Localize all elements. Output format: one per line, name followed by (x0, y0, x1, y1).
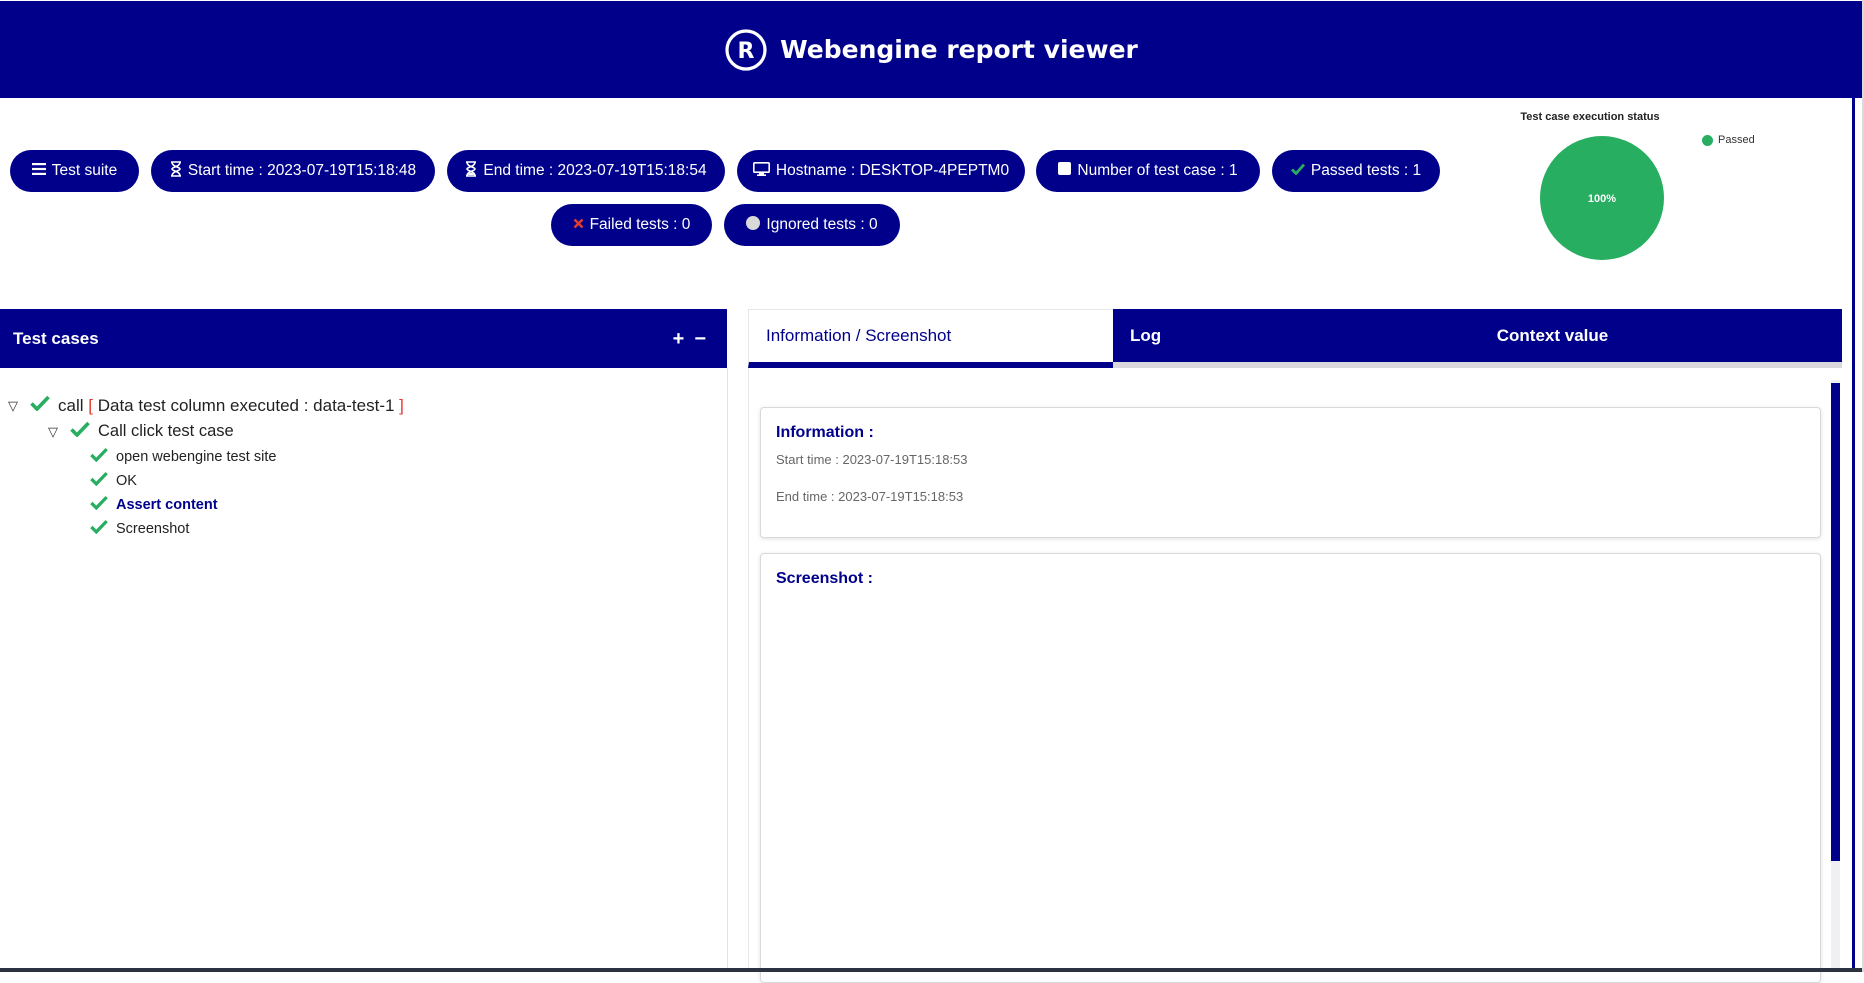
square-icon (1058, 162, 1072, 180)
tree-step[interactable]: open webengine test site (90, 447, 276, 466)
panel-divider (727, 368, 728, 972)
app-header: R Webengine report viewer (0, 1, 1862, 98)
start-time-label: Start time : 2023-07-19T15:18:48 (187, 162, 417, 179)
ignored-tests-badge: Ignored tests : 0 (724, 204, 900, 246)
tree-node-call-click[interactable]: ▽ Call click test case (48, 421, 234, 442)
svg-text:R: R (738, 39, 755, 64)
check-icon (90, 519, 108, 538)
failed-tests-badge: Failed tests : 0 (551, 204, 712, 246)
circle-icon (746, 215, 761, 235)
root-detail: Data test column executed : data-test-1 (97, 395, 395, 415)
chart-legend: Passed (1702, 134, 1755, 146)
detail-content: Information : Start time : 2023-07-19T15… (748, 368, 1843, 983)
passed-tests-badge: Passed tests : 1 (1272, 150, 1440, 192)
expand-all-button[interactable]: + (673, 329, 685, 349)
collapse-triangle-icon[interactable]: ▽ (48, 424, 62, 440)
pie-chart: 100% (1540, 136, 1664, 260)
end-time-badge: End time : 2023-07-19T15:18:54 (447, 150, 725, 192)
screenshot-card: Screenshot : (760, 553, 1821, 983)
check-icon (90, 495, 108, 514)
content-scrollbar-thumb[interactable] (1831, 383, 1840, 861)
chart-title: Test case execution status (1520, 111, 1660, 123)
collapse-triangle-icon[interactable]: ▽ (8, 398, 22, 414)
tree-step-label[interactable]: Assert content (116, 497, 218, 513)
bottom-edge (0, 968, 1862, 972)
information-start-time: Start time : 2023-07-19T15:18:53 (776, 452, 968, 467)
tree-step[interactable]: Screenshot (90, 519, 189, 538)
root-bracket-open: [ (88, 395, 93, 415)
app-title: Webengine report viewer (780, 35, 1138, 64)
information-title: Information : (776, 424, 874, 441)
test-cases-title: Test cases (13, 328, 99, 348)
tree-step-label[interactable]: open webengine test site (116, 449, 276, 465)
tree-node-root-label[interactable]: call [ Data test column executed : data-… (58, 396, 404, 416)
legend-swatch-passed (1702, 134, 1713, 146)
test-cases-header: Test cases + − (0, 309, 727, 368)
information-card: Information : Start time : 2023-07-19T15… (760, 407, 1821, 538)
tree-step[interactable]: OK (90, 471, 137, 490)
end-time-label: End time : 2023-07-19T15:18:54 (483, 162, 707, 179)
ignored-tests-label: Ignored tests : 0 (766, 216, 878, 233)
root-bracket-close: ] (399, 395, 404, 415)
check-icon (1290, 162, 1305, 180)
app-logo: R Webengine report viewer (724, 28, 1138, 72)
registered-icon: R (724, 28, 768, 72)
menu-icon (31, 162, 46, 180)
hourglass-icon (170, 160, 182, 182)
test-suite-button[interactable]: Test suite (10, 150, 139, 192)
check-icon (90, 471, 108, 490)
right-edge-rule (1852, 98, 1855, 972)
information-end-time: End time : 2023-07-19T15:18:53 (776, 489, 964, 504)
collapse-all-button[interactable]: − (694, 329, 706, 349)
tab-log[interactable]: Log (1113, 309, 1343, 368)
tree-step-label[interactable]: Screenshot (116, 521, 189, 537)
cross-icon (573, 216, 584, 234)
pie-data-label: 100% (1588, 193, 1616, 205)
screenshot-title: Screenshot : (776, 570, 873, 587)
detail-tabs: Information / Screenshot Log Context val… (748, 309, 1842, 368)
tree-tools: + − (673, 329, 706, 349)
tab-information-screenshot[interactable]: Information / Screenshot (748, 309, 1113, 368)
monitor-icon (752, 161, 770, 181)
legend-label-passed: Passed (1718, 134, 1755, 146)
tab-context-value[interactable]: Context value (1343, 309, 1842, 368)
tree-node-root[interactable]: ▽ call [ Data test column executed : dat… (8, 395, 404, 416)
tree-node-call-click-label[interactable]: Call click test case (98, 422, 234, 441)
check-icon (90, 447, 108, 466)
test-case-count-label: Number of test case : 1 (1077, 162, 1238, 179)
tree-step-label[interactable]: OK (116, 473, 137, 489)
root-prefix: call (58, 395, 84, 415)
check-icon (70, 421, 90, 442)
failed-tests-label: Failed tests : 0 (589, 216, 691, 233)
test-suite-label: Test suite (51, 162, 118, 179)
start-time-badge: Start time : 2023-07-19T15:18:48 (151, 150, 435, 192)
check-icon (30, 395, 50, 416)
passed-tests-label: Passed tests : 1 (1310, 162, 1422, 179)
test-case-count-badge: Number of test case : 1 (1036, 150, 1260, 192)
hostname-label: Hostname : DESKTOP-4PEPTM0 (775, 162, 1010, 179)
tree-step-selected[interactable]: Assert content (90, 495, 218, 514)
hourglass-end-icon (465, 160, 477, 182)
hostname-badge: Hostname : DESKTOP-4PEPTM0 (737, 150, 1025, 192)
